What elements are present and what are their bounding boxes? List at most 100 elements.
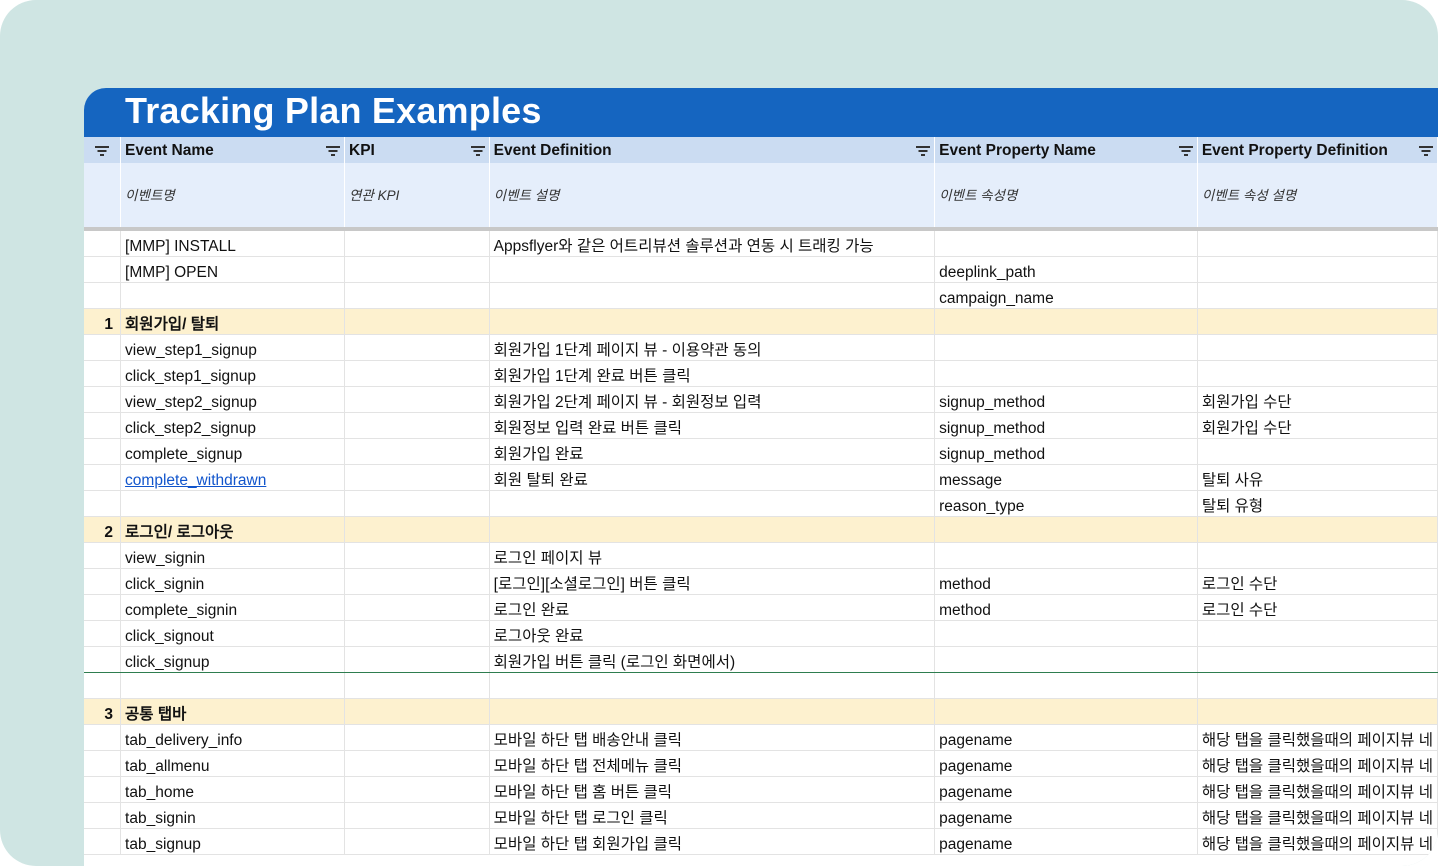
filter-icon[interactable] bbox=[1178, 145, 1193, 156]
event-property-name-cell[interactable]: pagename bbox=[934, 828, 1198, 855]
event-name-cell[interactable]: tab_allmenu bbox=[120, 750, 346, 777]
header-event-definition[interactable]: Event Definition bbox=[489, 137, 936, 163]
kpi-cell[interactable] bbox=[344, 516, 490, 543]
event-name-cell[interactable]: click_step1_signup bbox=[120, 360, 346, 387]
row-number-cell[interactable] bbox=[84, 776, 122, 803]
subheader-cell[interactable]: 연관 KPI bbox=[344, 163, 490, 231]
kpi-cell[interactable] bbox=[344, 412, 490, 439]
row-number-cell[interactable]: 1 bbox=[84, 308, 122, 335]
event-property-name-cell[interactable] bbox=[934, 516, 1198, 543]
event-property-name-cell[interactable]: deeplink_path bbox=[934, 256, 1198, 283]
event-name-cell[interactable]: tab_delivery_info bbox=[120, 724, 346, 751]
event-property-definition-cell[interactable]: 해당 탭을 클릭했을때의 페이지뷰 네 bbox=[1197, 724, 1438, 751]
row-number-cell[interactable] bbox=[84, 256, 122, 283]
header-kpi[interactable]: KPI bbox=[344, 137, 490, 163]
row-number-cell[interactable] bbox=[84, 802, 122, 829]
event-name-cell[interactable]: complete_signup bbox=[120, 438, 346, 465]
row-number-cell[interactable] bbox=[84, 438, 122, 465]
event-definition-cell[interactable]: 로그인 완료 bbox=[489, 594, 936, 621]
event-property-name-cell[interactable]: message bbox=[934, 464, 1198, 491]
event-property-name-cell[interactable] bbox=[934, 308, 1198, 335]
event-definition-cell[interactable]: 회원정보 입력 완료 버튼 클릭 bbox=[489, 412, 936, 439]
event-name-cell[interactable]: click_step2_signup bbox=[120, 412, 346, 439]
kpi-cell[interactable] bbox=[344, 724, 490, 751]
header-event-property-name[interactable]: Event Property Name bbox=[934, 137, 1198, 163]
event-name-cell[interactable]: complete_signin bbox=[120, 594, 346, 621]
subheader-cell[interactable]: 이벤트명 bbox=[120, 163, 346, 231]
event-name-cell[interactable]: complete_withdrawn bbox=[120, 464, 346, 491]
event-definition-cell[interactable] bbox=[489, 308, 936, 335]
row-number-cell[interactable] bbox=[84, 229, 122, 257]
event-property-definition-cell[interactable] bbox=[1197, 438, 1438, 465]
event-definition-cell[interactable]: 회원가입 1단계 완료 버튼 클릭 bbox=[489, 360, 936, 387]
kpi-cell[interactable] bbox=[344, 776, 490, 803]
event-property-name-cell[interactable]: pagename bbox=[934, 776, 1198, 803]
event-name-cell[interactable]: 회원가입/ 탈퇴 bbox=[120, 308, 346, 335]
row-number-cell[interactable] bbox=[84, 542, 122, 569]
row-number-cell[interactable] bbox=[84, 490, 122, 517]
event-property-definition-cell[interactable] bbox=[1197, 516, 1438, 543]
event-name-cell[interactable]: tab_signin bbox=[120, 802, 346, 829]
event-definition-cell[interactable]: 로그아웃 완료 bbox=[489, 620, 936, 647]
kpi-cell[interactable] bbox=[344, 594, 490, 621]
row-number-cell[interactable]: 2 bbox=[84, 516, 122, 543]
event-property-definition-cell[interactable]: 탈퇴 유형 bbox=[1197, 490, 1438, 517]
event-definition-cell[interactable]: Appsflyer와 같은 어트리뷰션 솔루션과 연동 시 트래킹 가능 bbox=[489, 229, 936, 257]
header-filter-cell[interactable] bbox=[84, 137, 122, 163]
event-property-definition-cell[interactable]: 해당 탭을 클릭했을때의 페이지뷰 네 bbox=[1197, 750, 1438, 777]
event-property-name-cell[interactable] bbox=[934, 698, 1198, 725]
event-definition-cell[interactable]: 회원가입 버튼 클릭 (로그인 화면에서) bbox=[489, 646, 936, 673]
event-property-name-cell[interactable]: campaign_name bbox=[934, 282, 1198, 309]
event-property-definition-cell[interactable] bbox=[1197, 282, 1438, 309]
event-property-name-cell[interactable]: method bbox=[934, 568, 1198, 595]
subheader-cell[interactable]: 이벤트 속성 설명 bbox=[1197, 163, 1438, 231]
event-definition-cell[interactable]: 회원가입 2단계 페이지 뷰 - 회원정보 입력 bbox=[489, 386, 936, 413]
event-property-name-cell[interactable]: signup_method bbox=[934, 438, 1198, 465]
event-name-cell[interactable]: tab_home bbox=[120, 776, 346, 803]
event-property-name-cell[interactable]: signup_method bbox=[934, 412, 1198, 439]
event-property-definition-cell[interactable]: 해당 탭을 클릭했을때의 페이지뷰 네 bbox=[1197, 776, 1438, 803]
event-definition-cell[interactable]: 로그인 페이지 뷰 bbox=[489, 542, 936, 569]
event-name-cell[interactable]: view_step1_signup bbox=[120, 334, 346, 361]
event-property-name-cell[interactable]: pagename bbox=[934, 802, 1198, 829]
kpi-cell[interactable] bbox=[344, 334, 490, 361]
kpi-cell[interactable] bbox=[344, 360, 490, 387]
event-name-cell[interactable]: view_signin bbox=[120, 542, 346, 569]
kpi-cell[interactable] bbox=[344, 282, 490, 309]
row-number-cell[interactable] bbox=[84, 672, 122, 699]
kpi-cell[interactable] bbox=[344, 386, 490, 413]
filter-icon[interactable] bbox=[326, 145, 341, 156]
kpi-cell[interactable] bbox=[344, 698, 490, 725]
event-definition-cell[interactable]: 회원 탈퇴 완료 bbox=[489, 464, 936, 491]
event-property-definition-cell[interactable] bbox=[1197, 672, 1438, 699]
kpi-cell[interactable] bbox=[344, 646, 490, 673]
kpi-cell[interactable] bbox=[344, 672, 490, 699]
event-definition-cell[interactable] bbox=[489, 698, 936, 725]
row-number-cell[interactable] bbox=[84, 386, 122, 413]
event-name-cell[interactable]: [MMP] OPEN bbox=[120, 256, 346, 283]
event-name-cell[interactable]: click_signup bbox=[120, 646, 346, 673]
event-property-name-cell[interactable]: signup_method bbox=[934, 386, 1198, 413]
event-definition-cell[interactable] bbox=[489, 256, 936, 283]
event-definition-cell[interactable]: 모바일 하단 탭 회원가입 클릭 bbox=[489, 828, 936, 855]
event-definition-cell[interactable]: 모바일 하단 탭 홈 버튼 클릭 bbox=[489, 776, 936, 803]
filter-icon[interactable] bbox=[95, 145, 110, 156]
event-property-name-cell[interactable] bbox=[934, 672, 1198, 699]
event-definition-cell[interactable] bbox=[489, 672, 936, 699]
row-number-cell[interactable] bbox=[84, 828, 122, 855]
kpi-cell[interactable] bbox=[344, 490, 490, 517]
event-property-name-cell[interactable]: pagename bbox=[934, 750, 1198, 777]
event-property-name-cell[interactable] bbox=[934, 334, 1198, 361]
header-event-property-definition[interactable]: Event Property Definition bbox=[1197, 137, 1438, 163]
event-definition-cell[interactable]: 모바일 하단 탭 배송안내 클릭 bbox=[489, 724, 936, 751]
event-definition-cell[interactable] bbox=[489, 282, 936, 309]
event-definition-cell[interactable] bbox=[489, 516, 936, 543]
kpi-cell[interactable] bbox=[344, 568, 490, 595]
event-property-definition-cell[interactable]: 해당 탭을 클릭했을때의 페이지뷰 네 bbox=[1197, 802, 1438, 829]
event-name-cell[interactable]: 로그인/ 로그아웃 bbox=[120, 516, 346, 543]
subheader-cell[interactable]: 이벤트 속성명 bbox=[934, 163, 1198, 231]
event-property-definition-cell[interactable] bbox=[1197, 256, 1438, 283]
kpi-cell[interactable] bbox=[344, 229, 490, 257]
event-property-definition-cell[interactable] bbox=[1197, 334, 1438, 361]
event-definition-cell[interactable]: 회원가입 1단계 페이지 뷰 - 이용약관 동의 bbox=[489, 334, 936, 361]
